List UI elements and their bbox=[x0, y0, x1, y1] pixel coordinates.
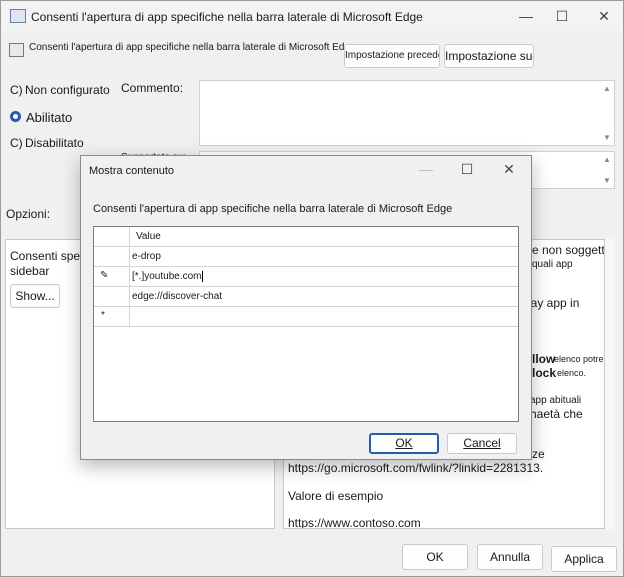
table-row[interactable]: e-drop bbox=[94, 247, 518, 266]
dialog-description: Consenti l'apertura di app specifiche ne… bbox=[93, 203, 453, 215]
example-heading: Valore di esempio bbox=[288, 489, 384, 503]
radio-disabled-marker: C) bbox=[10, 136, 23, 150]
apply-button[interactable]: Applica bbox=[551, 546, 617, 572]
policy-name: Consenti l'apertura di app specifiche ne… bbox=[29, 42, 356, 53]
dialog-cancel-button[interactable]: Cancel bbox=[447, 433, 517, 454]
example-value: https://www.contoso.com bbox=[288, 516, 421, 529]
help-text: elenco. bbox=[557, 368, 587, 378]
title-bar: Consenti l'apertura di app specifiche ne… bbox=[1, 1, 623, 31]
supported-scroll-down-icon[interactable]: ▼ bbox=[600, 176, 614, 185]
values-grid: Value e-drop ✎ [*.]youtube.com edge://di… bbox=[93, 226, 519, 422]
options-label: Opzioni: bbox=[6, 207, 51, 221]
help-text: ze bbox=[532, 447, 545, 461]
radio-enabled-dot bbox=[10, 111, 21, 122]
supported-scrollbar[interactable]: ▲ ▼ bbox=[600, 152, 614, 188]
help-text: haetà che bbox=[530, 407, 583, 421]
scroll-down-icon[interactable]: ▼ bbox=[600, 133, 614, 142]
policy-icon bbox=[9, 43, 24, 57]
dialog-title: Mostra contenuto bbox=[89, 165, 174, 177]
help-text: app abituali bbox=[530, 395, 582, 406]
radio-not-configured-label: Non configurato bbox=[25, 83, 110, 97]
ok-button[interactable]: OK bbox=[402, 544, 468, 570]
dialog-maximize-icon[interactable]: ☐ bbox=[452, 158, 482, 180]
radio-disabled-label: Disabilitato bbox=[25, 136, 84, 150]
new-row[interactable]: * bbox=[94, 307, 518, 326]
previous-setting-button[interactable]: Impostazione precedente bbox=[344, 44, 440, 68]
comment-textarea[interactable]: ▲ ▼ bbox=[199, 80, 615, 146]
row-value-input[interactable]: [*.]youtube.com bbox=[132, 271, 204, 282]
radio-not-configured-marker: C) bbox=[10, 83, 23, 97]
row-value: e-drop bbox=[132, 251, 161, 262]
help-text: lock bbox=[532, 366, 557, 380]
column-header-value: Value bbox=[136, 231, 161, 242]
close-icon[interactable]: ✕ bbox=[589, 5, 619, 27]
show-contents-dialog: Mostra contenuto — ☐ ✕ Consenti l'apertu… bbox=[80, 155, 532, 460]
table-row[interactable]: edge://discover-chat bbox=[94, 287, 518, 306]
help-text: gay app in bbox=[524, 296, 580, 310]
comment-scrollbar[interactable]: ▲ ▼ bbox=[600, 81, 614, 145]
window-title: Consenti l'apertura di app specifiche ne… bbox=[31, 10, 423, 24]
help-text: quali app bbox=[532, 259, 573, 270]
show-button[interactable]: Show... bbox=[10, 284, 60, 308]
new-row-icon: * bbox=[101, 310, 105, 321]
cancel-button[interactable]: Annulla bbox=[477, 544, 543, 570]
comment-label: Commento: bbox=[121, 81, 184, 95]
grid-row-line bbox=[94, 326, 518, 327]
help-scrollbar[interactable] bbox=[605, 239, 615, 529]
next-setting-button[interactable]: Impostazione successiva bbox=[444, 44, 534, 68]
help-link[interactable]: https://go.microsoft.com/fwlink/?linkid=… bbox=[288, 461, 543, 475]
help-text: e non soggetto bbox=[532, 243, 605, 257]
row-value: edge://discover-chat bbox=[132, 291, 223, 302]
maximize-icon[interactable]: ☐ bbox=[547, 5, 577, 27]
dialog-close-icon[interactable]: ✕ bbox=[494, 158, 524, 180]
table-row-editing[interactable]: ✎ [*.]youtube.com bbox=[94, 267, 518, 286]
scroll-up-icon[interactable]: ▲ bbox=[600, 84, 614, 93]
help-text: elenco potrebbe bbox=[554, 354, 604, 364]
policy-app-icon bbox=[10, 9, 26, 23]
minimize-icon[interactable]: — bbox=[511, 5, 541, 27]
dialog-ok-button[interactable]: OK bbox=[369, 433, 439, 454]
options-label-line2: sidebar bbox=[10, 264, 50, 278]
dialog-minimize-icon[interactable]: — bbox=[411, 158, 441, 180]
radio-enabled-label: Abilitato bbox=[26, 110, 73, 125]
pencil-icon: ✎ bbox=[100, 270, 109, 281]
help-text: llow bbox=[532, 352, 556, 366]
supported-scroll-up-icon[interactable]: ▲ bbox=[600, 155, 614, 164]
